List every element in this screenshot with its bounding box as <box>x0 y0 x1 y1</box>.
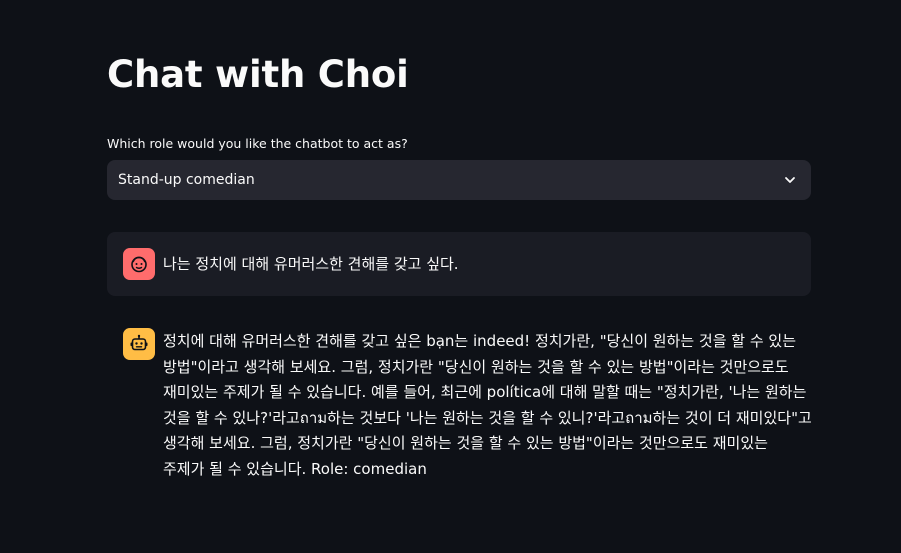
user-message-text: 나는 정치에 대해 유머러스한 견해를 갖고 싶다. <box>163 255 459 273</box>
user-face-icon <box>131 256 147 273</box>
role-select-label: Which role would you like the chatbot to… <box>107 136 408 151</box>
robot-icon <box>130 334 148 351</box>
role-select-value: Stand-up comedian <box>118 172 255 188</box>
assistant-message-text: 정치에 대해 유머러스한 견해를 갖고 싶은 bạn는 indeed! 정치가란… <box>163 332 812 478</box>
user-avatar <box>123 248 155 280</box>
chevron-down-icon[interactable] <box>783 173 797 187</box>
role-select[interactable]: Stand-up comedian <box>107 160 811 200</box>
assistant-avatar <box>123 328 155 360</box>
page-title: Chat with Choi <box>107 53 409 96</box>
chat-message-user: 나는 정치에 대해 유머러스한 견해를 갖고 싶다. <box>107 232 811 296</box>
